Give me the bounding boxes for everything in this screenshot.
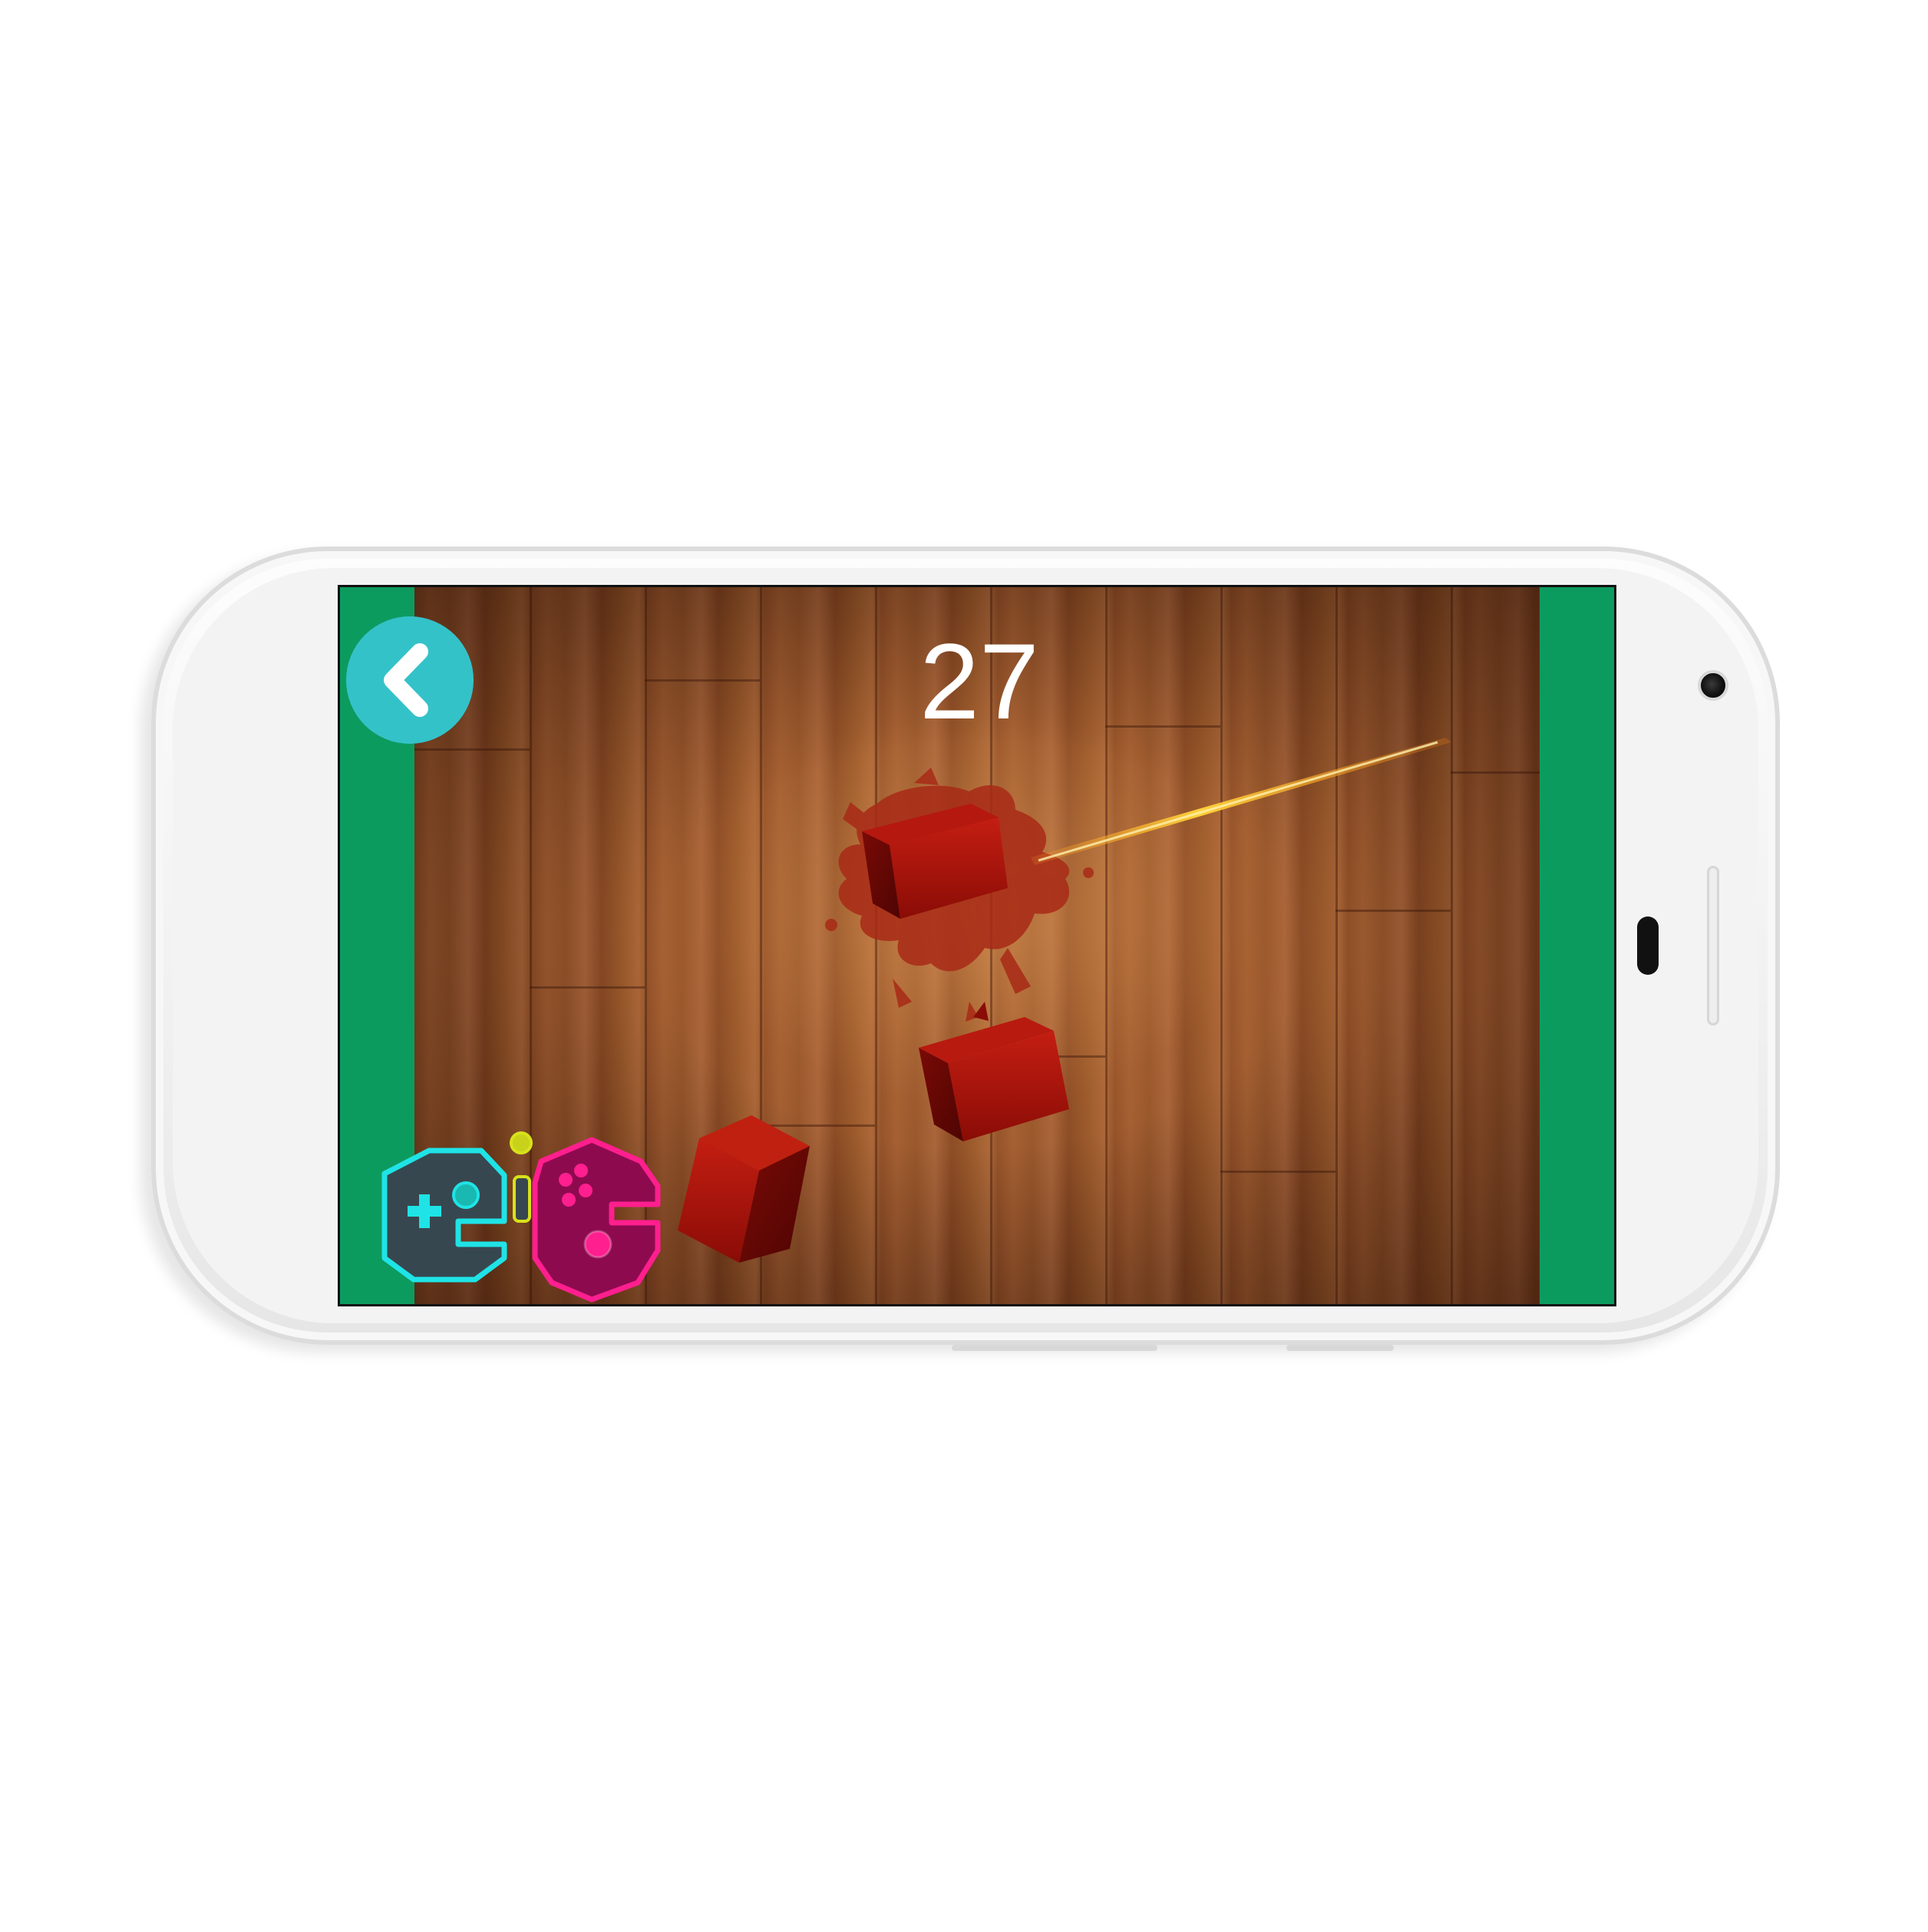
speaker-grille — [1637, 916, 1659, 975]
game-logo — [381, 1131, 661, 1303]
gamepad-dpad-icon — [381, 1148, 507, 1283]
front-camera-icon — [1698, 670, 1728, 701]
cube-piece[interactable] — [678, 1115, 810, 1263]
gamepad-buttons-icon — [532, 1137, 661, 1303]
game-screen[interactable]: 27 — [338, 585, 1616, 1306]
chevron-left-icon — [384, 643, 428, 717]
logo-center-accent — [510, 1131, 533, 1223]
side-button — [1707, 866, 1719, 1025]
back-button[interactable] — [346, 616, 474, 744]
volume-button — [952, 1345, 1157, 1351]
blade-slash — [1031, 738, 1451, 865]
stage: 27 — [0, 0, 1928, 1932]
score-display: 27 — [919, 621, 1039, 741]
cube-piece[interactable] — [919, 1002, 1069, 1141]
power-button — [1286, 1345, 1394, 1351]
